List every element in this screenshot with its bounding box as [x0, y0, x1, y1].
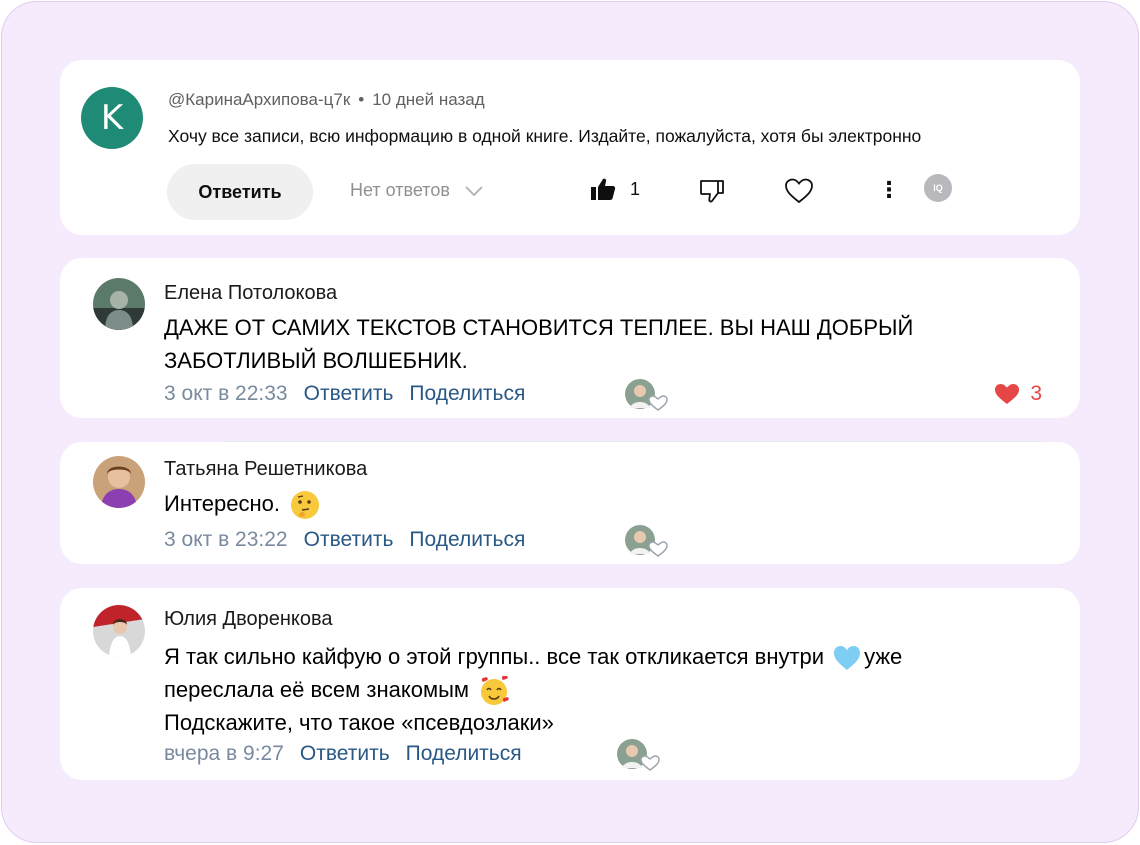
- chevron-down-icon: [465, 185, 483, 196]
- comment-text-part: уже: [864, 644, 903, 669]
- share-link[interactable]: Поделиться: [406, 742, 522, 766]
- smiling-face-with-hearts-icon: [481, 676, 509, 706]
- heart-icon: [785, 178, 813, 204]
- reply-link[interactable]: Ответить: [300, 742, 390, 766]
- avatar[interactable]: [93, 278, 145, 330]
- light-blue-heart-icon: [834, 646, 861, 671]
- replies-toggle[interactable]: Нет ответов: [350, 180, 484, 201]
- like-button[interactable]: 1: [590, 177, 640, 201]
- comment-author[interactable]: @КаринаАрхипова-ц7к: [168, 90, 350, 109]
- comment-time[interactable]: 10 дней назад: [372, 90, 484, 109]
- reply-link[interactable]: Ответить: [304, 382, 394, 406]
- share-link[interactable]: Поделиться: [409, 528, 525, 552]
- reaction-avatar-icon[interactable]: [616, 738, 660, 772]
- heart-button[interactable]: [784, 177, 814, 210]
- comment-text: Интересно.: [164, 487, 324, 520]
- youtube-comment-card: K @КаринаАрхипова-ц7к • 10 дней назад Хочу…: [60, 60, 1080, 235]
- comment-text: Подскажите, что такое «псевдозлаки»: [164, 710, 554, 735]
- thumbs-up-icon: [591, 178, 616, 200]
- comment-text: Я так сильно кайфую о этой группы.. все …: [164, 640, 902, 673]
- thinking-face-icon: [291, 491, 320, 520]
- vk-comment-card: Татьяна Решетникова Интересно. 3 окт в 2…: [60, 442, 1080, 564]
- comment-author[interactable]: Татьяна Решетникова: [164, 458, 367, 481]
- meta-separator: •: [358, 90, 365, 109]
- comment-actions: вчера в 9:27 Ответить Поделиться: [164, 742, 522, 766]
- comment-author[interactable]: Юлия Дворенкова: [164, 608, 333, 631]
- more-options-icon[interactable]: ⋮: [878, 178, 900, 202]
- comment-text: ДАЖЕ ОТ САМИХ ТЕКСТОВ СТАНОВИТСЯ ТЕПЛЕЕ.…: [164, 315, 914, 340]
- comment-time[interactable]: 3 окт в 23:22: [164, 528, 288, 552]
- reply-button[interactable]: Ответить: [167, 164, 313, 220]
- dislike-button[interactable]: [698, 179, 724, 208]
- comment-time[interactable]: 3 окт в 22:33: [164, 382, 288, 406]
- heart-icon: [995, 384, 1020, 404]
- reaction-avatar-icon[interactable]: [624, 378, 668, 412]
- comment-text-part: переслала её всем знакомым: [164, 677, 470, 702]
- like-button[interactable]: 3: [994, 382, 1042, 406]
- like-count: 3: [1030, 382, 1042, 405]
- comment-text-part: Я так сильно кайфую о этой группы.. все …: [164, 644, 825, 669]
- reaction-avatar-icon[interactable]: [624, 524, 668, 558]
- thumbs-down-icon: [700, 180, 724, 203]
- vk-comment-card: Елена Потолокова ДАЖЕ ОТ САМИХ ТЕКСТОВ С…: [60, 258, 1080, 418]
- avatar[interactable]: [93, 456, 145, 508]
- comment-text: ЗАБОТЛИВЫЙ ВОЛШЕБНИК.: [164, 348, 468, 373]
- avatar[interactable]: K: [81, 87, 143, 149]
- no-replies-label: Нет ответов: [350, 180, 450, 200]
- comment-time[interactable]: вчера в 9:27: [164, 742, 284, 766]
- like-count: 1: [630, 178, 641, 199]
- vk-comment-card: Юлия Дворенкова Я так сильно кайфую о эт…: [60, 588, 1080, 780]
- comment-meta: @КаринаАрхипова-ц7к • 10 дней назад: [168, 90, 485, 110]
- reply-link[interactable]: Ответить: [304, 528, 394, 552]
- comment-author[interactable]: Елена Потолокова: [164, 282, 337, 305]
- comment-actions: 3 окт в 22:33 Ответить Поделиться: [164, 382, 525, 406]
- comment-actions: 3 окт в 23:22 Ответить Поделиться: [164, 528, 525, 552]
- share-link[interactable]: Поделиться: [409, 382, 525, 406]
- comment-text-part: Интересно.: [164, 491, 280, 516]
- comment-text: Хочу все записи, всю информацию в одной …: [168, 126, 922, 146]
- channel-badge-icon: IQ: [924, 174, 952, 202]
- avatar[interactable]: [93, 605, 145, 657]
- comment-text: переслала её всем знакомым: [164, 673, 513, 706]
